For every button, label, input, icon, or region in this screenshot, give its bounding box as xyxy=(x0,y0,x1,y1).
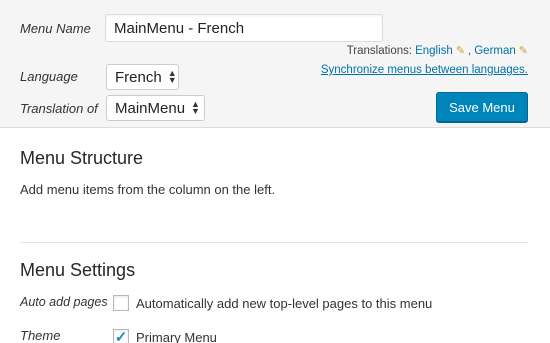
auto-add-pages-checkbox[interactable] xyxy=(113,295,129,311)
menu-structure-title: Menu Structure xyxy=(20,148,144,168)
menu-name-label: Menu Name xyxy=(20,21,91,36)
menu-edit-header: Menu Name Translations: English ✎, Germa… xyxy=(0,0,550,128)
pencil-icon[interactable]: ✎ xyxy=(456,44,465,57)
section-divider xyxy=(20,242,528,243)
checkmark-icon: ✓ xyxy=(114,328,128,343)
language-label: Language xyxy=(20,69,78,84)
menu-name-input[interactable] xyxy=(105,14,383,42)
select-arrows-icon: ▲ ▼ xyxy=(191,99,200,116)
auto-add-pages-option[interactable]: Automatically add new top-level pages to… xyxy=(136,296,432,311)
translations-prefix: Translations: xyxy=(346,44,413,57)
language-select-value: French xyxy=(115,68,162,86)
translation-of-label: Translation of xyxy=(20,101,98,116)
save-menu-button[interactable]: Save Menu xyxy=(436,92,528,122)
theme-label: Theme xyxy=(20,328,61,343)
translation-of-select[interactable]: MainMenu ▲ ▼ xyxy=(106,95,205,121)
primary-menu-option[interactable]: Primary Menu xyxy=(136,330,217,343)
translation-of-select-value: MainMenu xyxy=(115,99,186,117)
menu-settings-title: Menu Settings xyxy=(20,260,136,280)
pencil-icon[interactable]: ✎ xyxy=(519,44,528,57)
synchronize-menus-link[interactable]: Synchronize menus between languages. xyxy=(321,64,528,76)
auto-add-pages-label: Auto add pages xyxy=(20,295,108,309)
translation-link-german[interactable]: German xyxy=(474,45,516,57)
select-arrows-icon: ▲ ▼ xyxy=(167,68,177,85)
primary-menu-checkbox[interactable]: ✓ xyxy=(113,329,129,343)
translations-list: Translations: English ✎, German ✎ xyxy=(346,44,528,58)
translation-link-english[interactable]: English xyxy=(415,45,453,57)
language-select[interactable]: French ▲ ▼ xyxy=(106,64,179,90)
menu-structure-description: Add menu items from the column on the le… xyxy=(20,182,276,197)
